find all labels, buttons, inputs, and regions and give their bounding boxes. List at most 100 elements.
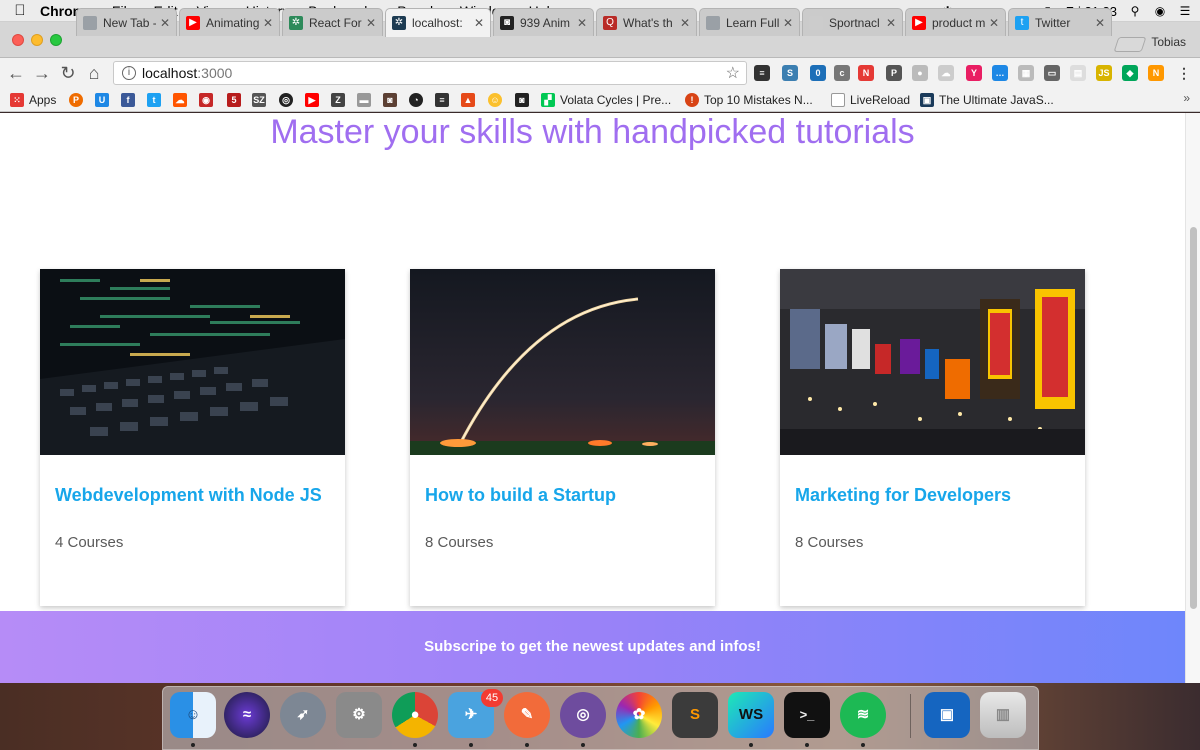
close-icon[interactable]: ✕ xyxy=(160,16,170,30)
tab-939-anim[interactable]: ◙ 939 Anim ✕ xyxy=(493,8,594,36)
sublime-text-icon[interactable]: S xyxy=(672,692,718,738)
back-arrow-icon[interactable]: ← xyxy=(6,62,26,84)
tab-new-tab[interactable]: New Tab - To ✕ xyxy=(76,8,177,36)
bookmark-icon[interactable]: ▲ xyxy=(461,93,475,107)
bookmark-livereload[interactable]: LiveReload xyxy=(831,92,910,108)
close-icon[interactable]: ✕ xyxy=(366,16,376,30)
close-icon[interactable]: ✕ xyxy=(783,16,793,30)
forward-arrow-icon[interactable]: → xyxy=(32,62,52,84)
soundcloud-icon[interactable]: ☁ xyxy=(173,93,187,107)
bookmark-icon[interactable]: 5 xyxy=(227,93,241,107)
bookmark-icon[interactable]: ◉ xyxy=(199,93,213,107)
siri-icon[interactable]: ◉ xyxy=(1153,4,1167,18)
tab-product-m[interactable]: ▶ product m ✕ xyxy=(905,8,1006,36)
twitter-icon[interactable]: t xyxy=(147,93,161,107)
extension-icon[interactable]: ● xyxy=(912,65,928,81)
cloud-extension-icon[interactable]: ☁ xyxy=(938,65,954,81)
close-icon[interactable]: ✕ xyxy=(1095,16,1105,30)
spotify-icon[interactable]: ≋ xyxy=(840,692,886,738)
scrollbar[interactable] xyxy=(1185,113,1200,683)
course-card[interactable]: How to build a Startup 8 Courses xyxy=(410,269,715,606)
tab-twitter[interactable]: t Twitter ✕ xyxy=(1008,8,1112,36)
profile-button[interactable]: Tobias xyxy=(1151,35,1186,49)
github-icon[interactable]: ◎ xyxy=(279,93,293,107)
bookmark-icon[interactable]: ◔ xyxy=(409,93,423,107)
smiley-icon[interactable]: ☺ xyxy=(488,93,502,107)
subscribe-text[interactable]: Subscripe to get the newest updates and … xyxy=(0,638,1185,655)
close-icon[interactable]: ✕ xyxy=(680,16,690,30)
postman-icon[interactable]: ✎ xyxy=(504,692,550,738)
buffer-icon[interactable]: ≡ xyxy=(435,93,449,107)
close-icon[interactable]: ✕ xyxy=(886,16,896,30)
camera-icon[interactable]: ◙ xyxy=(515,93,529,107)
bookmark-apps[interactable]: ⁙ Apps xyxy=(10,92,56,108)
producthunt-icon[interactable]: P xyxy=(69,93,83,107)
tab-animating[interactable]: ▶ Animating ✕ xyxy=(179,8,280,36)
instagram-icon[interactable]: ◙ xyxy=(383,93,397,107)
system-preferences-icon[interactable]: ⚙ xyxy=(336,692,382,738)
buffer-extension-icon[interactable]: ≡ xyxy=(754,65,770,81)
bookmark-top-10-mistakes[interactable]: ! Top 10 Mistakes N... xyxy=(685,92,813,108)
cast-extension-icon[interactable]: ▭ xyxy=(1044,65,1060,81)
close-icon[interactable]: ✕ xyxy=(577,16,587,30)
spotlight-search-icon[interactable]: ⚲ xyxy=(1128,4,1142,18)
close-icon[interactable]: ✕ xyxy=(474,16,484,30)
siri-icon[interactable]: ≈ xyxy=(224,692,270,738)
tab-sportnacl[interactable]: Sportnacl ✕ xyxy=(802,8,903,36)
tab-learn-full[interactable]: Learn Full ✕ xyxy=(699,8,800,36)
desktop-folder-icon[interactable]: ▣ xyxy=(924,692,970,738)
course-card[interactable]: Webdevelopment with Node JS 4 Courses xyxy=(40,269,345,606)
close-window-button[interactable] xyxy=(12,34,24,46)
bookmark-volata[interactable]: ▞ Volata Cycles | Pre... xyxy=(541,92,671,108)
tab-whats-the[interactable]: Q What's th ✕ xyxy=(596,8,697,36)
chat-extension-icon[interactable]: … xyxy=(992,65,1008,81)
chrome-icon[interactable]: ● xyxy=(392,692,438,738)
card-title[interactable]: Webdevelopment with Node JS xyxy=(55,485,322,506)
extension-icon[interactable]: Y xyxy=(966,65,982,81)
info-icon[interactable]: i xyxy=(122,66,136,80)
zeit-icon[interactable]: Z xyxy=(331,93,345,107)
bookmark-icon[interactable]: U xyxy=(95,93,109,107)
finder-icon[interactable]: ☺ xyxy=(170,692,216,738)
course-card[interactable]: Marketing for Developers 8 Courses xyxy=(780,269,1085,606)
tab-react-for[interactable]: ✲ React For ✕ xyxy=(282,8,383,36)
home-icon[interactable]: ⌂ xyxy=(84,62,104,84)
sz-bookmark-icon[interactable]: SZ xyxy=(252,93,266,107)
github-desktop-icon[interactable]: ◎ xyxy=(560,692,606,738)
js-extension-icon[interactable]: JS xyxy=(1096,65,1112,81)
card-title[interactable]: How to build a Startup xyxy=(425,485,616,506)
extension-icon[interactable]: ▤ xyxy=(1070,65,1086,81)
extension-icon[interactable]: ▦ xyxy=(1018,65,1034,81)
new-extension-icon[interactable]: N xyxy=(1148,65,1164,81)
zoom-window-button[interactable] xyxy=(50,34,62,46)
bookmark-icon[interactable]: ▬ xyxy=(357,93,371,107)
launchpad-icon[interactable]: ➶ xyxy=(280,692,326,738)
close-icon[interactable]: ✕ xyxy=(263,16,273,30)
tab-localhost[interactable]: ✲ localhost: ✕ xyxy=(385,8,491,37)
minimize-window-button[interactable] xyxy=(31,34,43,46)
youtube-icon[interactable]: ▶ xyxy=(305,93,319,107)
address-bar[interactable]: i localhost:3000 ☆ xyxy=(113,61,747,85)
trash-icon[interactable]: ▥ xyxy=(980,692,1026,738)
facebook-icon[interactable]: f xyxy=(121,93,135,107)
new-tab-button[interactable] xyxy=(1113,37,1147,52)
bookmark-star-icon[interactable]: ☆ xyxy=(726,63,740,83)
webstorm-icon[interactable]: WS xyxy=(728,692,774,738)
pocket-icon[interactable]: P xyxy=(886,65,902,81)
extension-icon[interactable]: 0 xyxy=(810,65,826,81)
apple-icon[interactable]:  xyxy=(0,2,40,19)
bookmark-ultimate-javascript[interactable]: ▣ The Ultimate JavaS... xyxy=(920,92,1054,108)
scrollbar-thumb[interactable] xyxy=(1190,227,1197,609)
notification-center-icon[interactable]: ☰ xyxy=(1178,4,1192,18)
photos-icon[interactable]: ✿ xyxy=(616,692,662,738)
terminal-icon[interactable]: >_ xyxy=(784,692,830,738)
chrome-menu-icon[interactable]: ⋮ xyxy=(1176,65,1192,81)
css-extension-icon[interactable]: c xyxy=(834,65,850,81)
close-icon[interactable]: ✕ xyxy=(989,16,999,30)
evernote-extension-icon[interactable]: ◆ xyxy=(1122,65,1138,81)
reload-icon[interactable]: ↻ xyxy=(58,62,78,84)
screenshot-extension-icon[interactable]: S xyxy=(782,65,798,81)
more-bookmarks-icon[interactable]: » xyxy=(1183,91,1190,105)
new-extension-icon[interactable]: N xyxy=(858,65,874,81)
card-title[interactable]: Marketing for Developers xyxy=(795,485,1011,506)
